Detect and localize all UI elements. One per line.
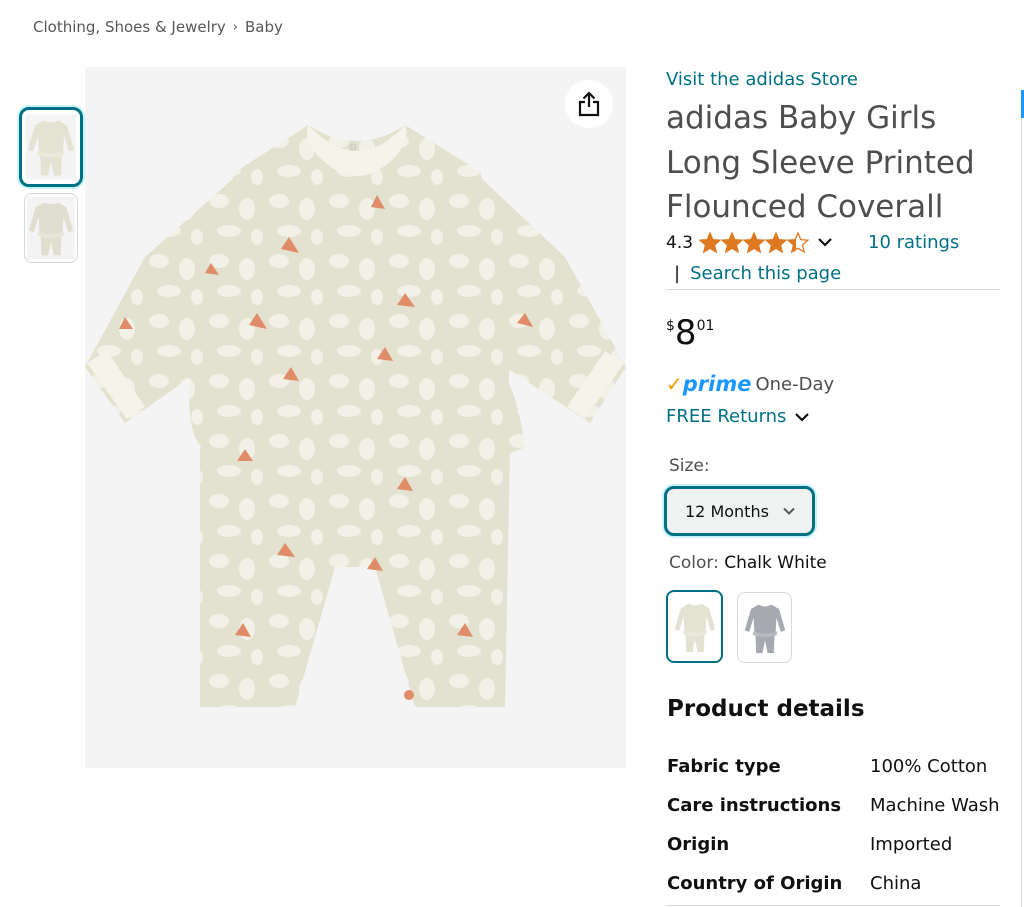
breadcrumb-item-baby[interactable]: Baby <box>245 18 283 36</box>
details-row: Care instructions Machine Wash <box>667 786 1007 825</box>
details-key: Origin <box>667 834 730 855</box>
details-row: Country of Origin China <box>667 864 1007 903</box>
thumbnail-back[interactable] <box>24 193 78 263</box>
size-selected-value: 12 Months <box>685 501 769 521</box>
main-product-image[interactable] <box>85 67 626 768</box>
color-label: Color: Chalk White <box>669 553 827 573</box>
details-row: Origin Imported <box>667 825 1007 864</box>
details-value: Imported <box>870 834 953 855</box>
right-edge-divider <box>1021 118 1022 907</box>
free-returns-link[interactable]: FREE Returns <box>666 406 810 427</box>
search-this-page-row: | Search this page <box>674 263 841 284</box>
size-dropdown[interactable]: 12 Months <box>664 486 815 536</box>
details-key: Fabric type <box>667 756 781 777</box>
section-divider <box>666 289 1000 290</box>
details-key: Country of Origin <box>667 873 843 894</box>
thumbnail-front[interactable] <box>19 107 83 187</box>
onesie-swatch-image <box>674 603 715 652</box>
breadcrumb-separator: › <box>232 19 238 35</box>
price-symbol: $ <box>666 318 675 334</box>
onesie-thumbnail-image <box>26 114 76 180</box>
color-selected-value: Chalk White <box>724 553 827 573</box>
color-swatch-grey[interactable] <box>737 592 792 663</box>
price-fraction: 01 <box>696 318 715 334</box>
rating-value: 4.3 <box>666 233 694 253</box>
share-icon <box>578 91 600 117</box>
onesie-grey-swatch-image <box>744 604 785 653</box>
onesie-image <box>85 125 626 707</box>
details-key: Care instructions <box>667 795 842 816</box>
onesie-back-thumbnail-image <box>27 196 75 260</box>
star-icon <box>699 232 810 254</box>
size-label: Size: <box>669 456 710 476</box>
details-value: China <box>870 873 922 894</box>
breadcrumb-item-clothing[interactable]: Clothing, Shoes & Jewelry <box>33 18 226 36</box>
ratings-count-link[interactable]: 10 ratings <box>868 232 959 253</box>
chevron-down-icon <box>795 412 810 422</box>
rating-stars <box>699 232 811 254</box>
product-details-table: Fabric type 100% Cotton Care instruction… <box>667 747 1007 903</box>
product-title: adidas Baby Girls Long Sleeve Printed Fl… <box>666 100 975 225</box>
pipe-separator: | <box>674 263 681 284</box>
details-row: Fabric type 100% Cotton <box>667 747 1007 786</box>
details-value: Machine Wash <box>870 795 1000 816</box>
section-divider <box>666 905 1000 906</box>
chevron-down-icon <box>783 507 795 515</box>
prime-logo: prime <box>682 372 752 396</box>
price-whole: 8 <box>674 313 697 353</box>
price: $ 8 01 <box>666 314 714 352</box>
product-details-heading: Product details <box>667 696 865 722</box>
store-link[interactable]: Visit the adidas Store <box>666 69 858 90</box>
color-label-text: Color: <box>669 553 719 573</box>
color-swatch-chalk-white[interactable] <box>666 590 723 663</box>
product-page: Clothing, Shoes & Jewelry › Baby Visit t… <box>0 0 1024 907</box>
rating-summary[interactable]: 4.3 <box>666 232 833 254</box>
free-returns-label: FREE Returns <box>666 406 787 427</box>
share-button[interactable] <box>565 80 613 128</box>
prime-check-icon: ✓ <box>666 372 683 396</box>
chevron-down-icon[interactable] <box>817 233 833 253</box>
prime-badge[interactable]: ✓ prime One-Day <box>666 372 834 396</box>
details-value: 100% Cotton <box>870 756 988 777</box>
prime-delivery-label: One-Day <box>755 373 835 395</box>
search-this-page-link[interactable]: Search this page <box>690 263 841 284</box>
breadcrumb: Clothing, Shoes & Jewelry › Baby <box>33 18 283 36</box>
